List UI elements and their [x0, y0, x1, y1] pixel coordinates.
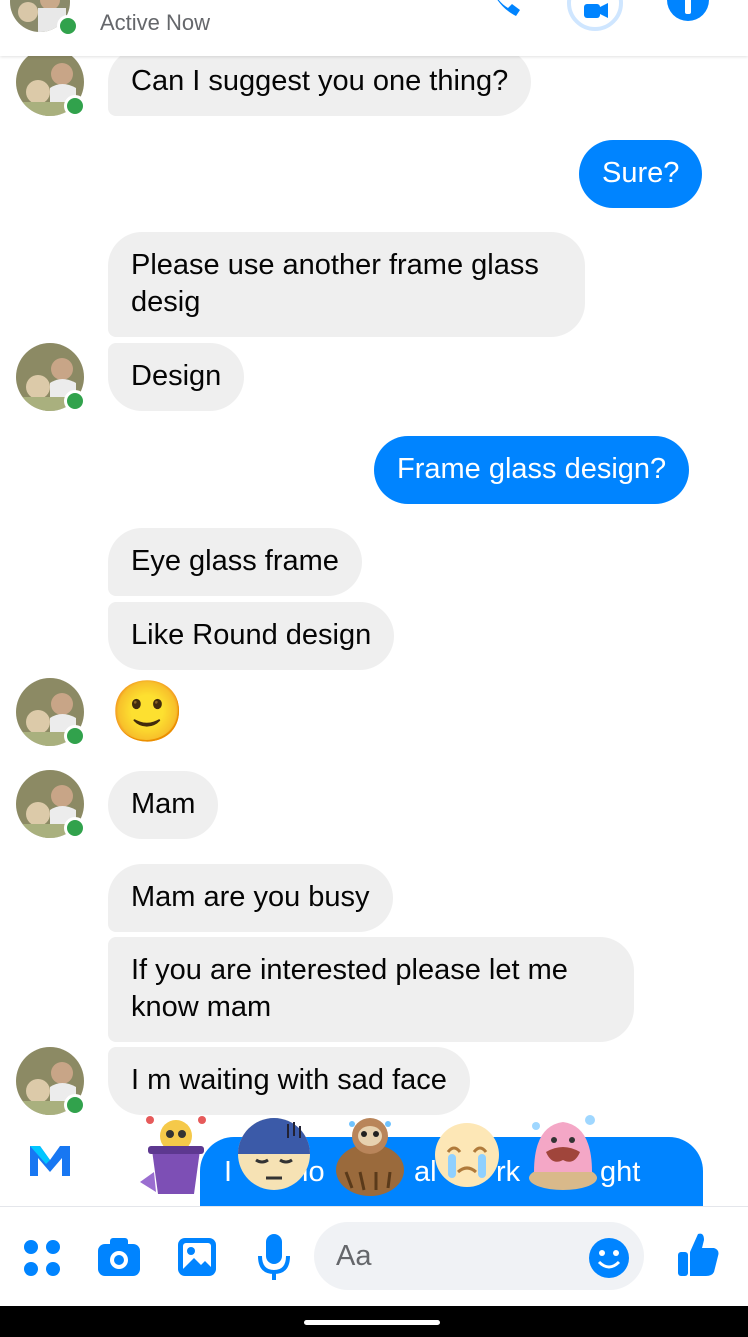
online-indicator [64, 390, 86, 412]
incoming-message-bubble[interactable]: Mam [108, 771, 219, 839]
smiley-emoji-message[interactable]: 🙂 [110, 676, 185, 748]
online-indicator [64, 725, 86, 747]
home-gesture-handle[interactable] [304, 1320, 440, 1325]
info-icon[interactable] [666, 0, 710, 27]
crying-face-sticker[interactable] [430, 1122, 504, 1193]
incoming-message-bubble[interactable]: I m waiting with sad face [108, 1047, 470, 1115]
outgoing-message-bubble[interactable]: Sure? [579, 140, 703, 208]
trash-bin-sticker[interactable] [136, 1112, 216, 1201]
melting-cake-sticker[interactable] [524, 1112, 602, 1197]
partial-text-fragment: I [224, 1156, 233, 1188]
incoming-message-bubble[interactable]: Can I suggest you one thing? [108, 48, 532, 116]
microphone-icon[interactable] [256, 1232, 292, 1287]
phone-icon[interactable] [486, 0, 524, 29]
active-status: Active Now [100, 10, 211, 35]
incoming-message-bubble[interactable]: Eye glass frame [108, 528, 362, 596]
sloth-crying-sticker[interactable] [332, 1112, 408, 1201]
incoming-message-bubble[interactable]: If you are interested please let me know… [108, 937, 634, 1042]
thumbs-up-icon[interactable] [676, 1230, 720, 1283]
camera-icon[interactable] [96, 1236, 142, 1283]
message-input-placeholder: Aa [336, 1240, 372, 1272]
menu-dots-icon[interactable] [22, 1238, 62, 1283]
chat-header: Active Now [0, 0, 748, 56]
incoming-message-bubble[interactable]: Please use another frame glass desig [108, 232, 585, 337]
emoji-icon[interactable] [588, 1237, 630, 1284]
incoming-message-bubble[interactable]: Mam are you busy [108, 864, 393, 932]
video-icon[interactable] [566, 0, 624, 37]
incoming-message-bubble[interactable]: Design [108, 343, 245, 411]
outgoing-message-bubble[interactable]: Frame glass design? [374, 436, 690, 504]
online-indicator [64, 95, 86, 117]
online-indicator [57, 15, 79, 37]
partial-text-fragment: ght [600, 1156, 641, 1188]
sad-face-sticker[interactable] [236, 1116, 312, 1197]
messenger-logo-icon [28, 1140, 72, 1187]
gallery-icon[interactable] [176, 1236, 218, 1283]
online-indicator [64, 1094, 86, 1116]
incoming-message-bubble[interactable]: Like Round design [108, 602, 395, 670]
online-indicator [64, 817, 86, 839]
